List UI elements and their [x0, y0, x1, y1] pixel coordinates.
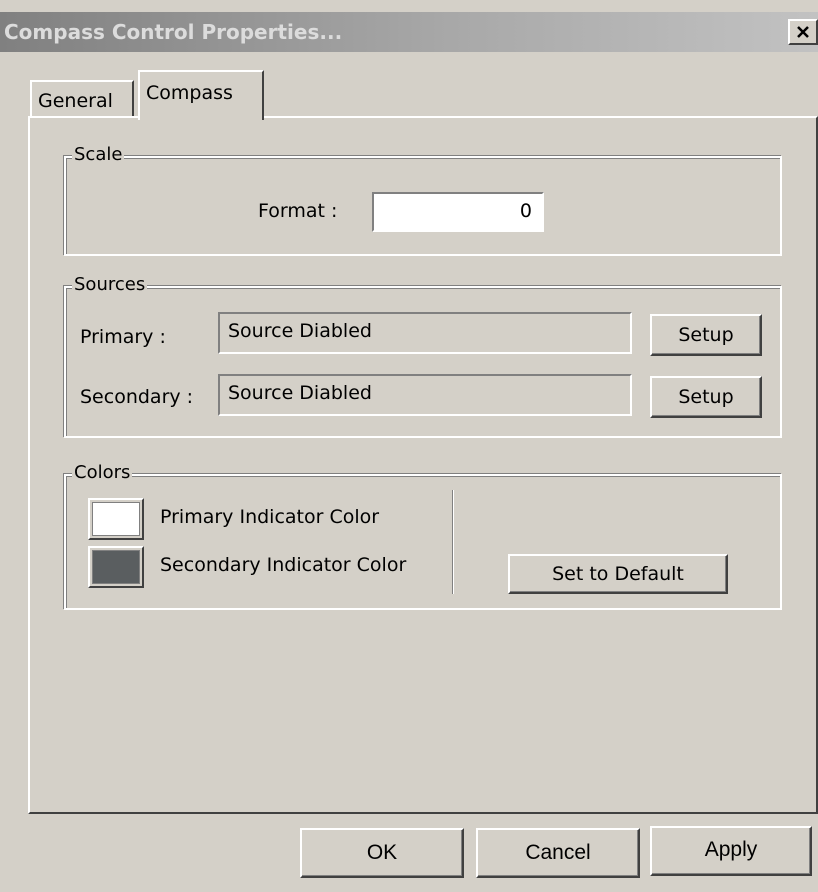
ok-button[interactable]: OK — [300, 828, 464, 878]
primary-source-label: Primary : — [80, 326, 166, 348]
primary-color-label: Primary Indicator Color — [160, 506, 380, 528]
colors-divider — [452, 490, 454, 594]
set-to-default-button[interactable]: Set to Default — [508, 554, 728, 594]
primary-source-field: Source Diabled — [218, 312, 632, 354]
tab-general[interactable]: General — [30, 80, 134, 116]
properties-dialog: Compass Control Properties... General Co… — [0, 0, 818, 892]
primary-color-fill — [92, 502, 140, 536]
primary-color-swatch[interactable] — [88, 498, 144, 540]
apply-button[interactable]: Apply — [650, 826, 812, 876]
colors-group-label: Colors — [72, 462, 133, 483]
secondary-color-fill — [92, 550, 140, 584]
secondary-color-label: Secondary Indicator Color — [160, 554, 407, 576]
format-input[interactable]: 0 — [372, 192, 544, 232]
close-icon — [797, 26, 809, 38]
secondary-source-field: Source Diabled — [218, 374, 632, 416]
tab-compass[interactable]: Compass — [138, 70, 264, 120]
title-bar: Compass Control Properties... — [0, 12, 818, 52]
format-label: Format : — [258, 200, 338, 222]
sources-group-label: Sources — [72, 274, 148, 295]
window-title: Compass Control Properties... — [4, 20, 343, 44]
secondary-color-swatch[interactable] — [88, 546, 144, 588]
secondary-setup-button[interactable]: Setup — [650, 376, 762, 418]
secondary-source-label: Secondary : — [80, 386, 194, 408]
cancel-button[interactable]: Cancel — [476, 828, 640, 878]
close-button[interactable] — [788, 19, 818, 45]
scale-group-label: Scale — [72, 144, 125, 165]
primary-setup-button[interactable]: Setup — [650, 314, 762, 356]
